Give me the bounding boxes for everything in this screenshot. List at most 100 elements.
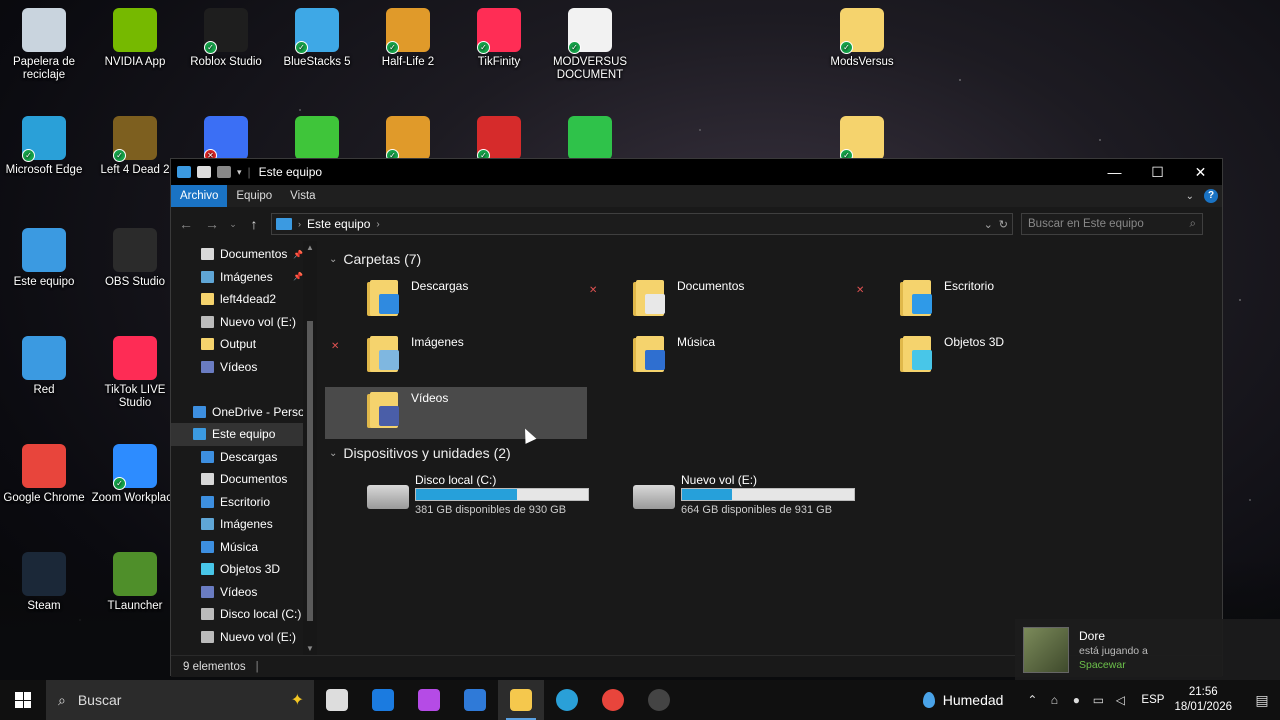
taskbar-app-obs[interactable] (636, 680, 682, 720)
folder-item[interactable]: ✕ Documentos (589, 275, 853, 327)
weather-widget[interactable]: Humedad (922, 692, 1003, 708)
taskbar-app-file-explorer[interactable] (498, 680, 544, 720)
drive-item[interactable]: Disco local (C:) 381 GB disponibles de 93… (367, 473, 617, 523)
sidebar-item[interactable]: Nuevo vol (E:) (171, 626, 317, 649)
volume-icon[interactable]: ◁ (1109, 693, 1131, 707)
desktop-icon[interactable] (546, 116, 634, 164)
drive-item[interactable]: Nuevo vol (E:) 664 GB disponibles de 931 … (633, 473, 883, 523)
sidebar-item[interactable]: Vídeos (171, 581, 317, 604)
desktop-icon[interactable]: ✓ MODVERSUS DOCUMENT (546, 8, 634, 82)
sidebar-item[interactable]: Imágenes 📌 (171, 266, 317, 289)
scroll-up-icon[interactable]: ▲ (306, 243, 314, 252)
taskbar-search[interactable]: ⌕ Buscar ✦ (46, 680, 314, 720)
sidebar-item[interactable]: Vídeos (171, 356, 317, 379)
language-indicator[interactable]: ESP (1141, 694, 1164, 706)
sidebar-item[interactable]: Output (171, 333, 317, 356)
title-bar[interactable]: ▾ | Este equipo — ☐ ✕ (171, 159, 1222, 185)
tab-equipo[interactable]: Equipo (227, 185, 281, 207)
sidebar-scrollbar[interactable]: ▲ ▼ (303, 241, 317, 655)
new-folder-icon[interactable] (217, 166, 231, 178)
minimize-button[interactable]: — (1093, 159, 1136, 185)
desktop-icon[interactable]: ✓ (455, 116, 543, 164)
sidebar-item[interactable]: Objetos 3D (171, 558, 317, 581)
desktop-icon[interactable]: ✓ (364, 116, 452, 164)
folder-item[interactable]: Música (591, 331, 853, 383)
show-hidden-icons-icon[interactable]: ⌃ (1021, 693, 1043, 707)
collapse-chevron-icon[interactable]: ⌄ (329, 448, 337, 459)
sidebar-item[interactable]: Documentos 📌 (171, 243, 317, 266)
properties-icon[interactable] (197, 166, 211, 178)
refresh-icon[interactable]: ↻ (999, 218, 1008, 231)
sidebar-item[interactable]: Descargas (171, 446, 317, 469)
sidebar-item[interactable]: Música (171, 536, 317, 559)
sidebar-item[interactable] (171, 378, 317, 401)
address-dropdown-icon[interactable]: ⌄ (984, 218, 993, 231)
desktop-icon[interactable]: ✓ Microsoft Edge (0, 116, 88, 177)
sidebar-item[interactable]: left4dead2 (171, 288, 317, 311)
taskbar-app-store[interactable] (452, 680, 498, 720)
folder-item[interactable]: Descargas (325, 275, 587, 327)
desktop-icon[interactable]: ✕ (182, 116, 270, 164)
breadcrumb-chevron-icon[interactable]: › (298, 219, 301, 229)
scrollbar-thumb[interactable] (307, 321, 313, 621)
breadcrumb-chevron-icon[interactable]: › (376, 219, 379, 230)
sidebar-item[interactable]: Disco local (C:) (171, 603, 317, 626)
desktop-icon[interactable]: Google Chrome (0, 444, 88, 505)
folder-item[interactable]: ✕ Escritorio (856, 275, 1120, 327)
close-button[interactable]: ✕ (1179, 159, 1222, 185)
folder-item[interactable]: ✕ Imágenes (325, 331, 587, 383)
folders-group-header[interactable]: ⌄ Carpetas (7) (329, 251, 421, 267)
desktop-icon[interactable]: Steam (0, 552, 88, 613)
taskbar-app-task-view[interactable] (314, 680, 360, 720)
microphone-icon[interactable]: ● (1065, 693, 1087, 707)
desktop-icon[interactable]: Este equipo (0, 228, 88, 289)
search-input[interactable]: Buscar en Este equipo ⌕ (1021, 213, 1203, 235)
desktop-icon[interactable]: ✓ Zoom Workplace (91, 444, 179, 505)
tab-archivo[interactable]: Archivo (171, 185, 228, 207)
sidebar-item[interactable]: OneDrive - Persor (171, 401, 317, 424)
folder-item[interactable]: Objetos 3D (858, 331, 1120, 383)
taskbar-app-outlook[interactable] (360, 680, 406, 720)
desktop-icon[interactable] (273, 116, 361, 164)
up-icon[interactable]: ↑ (245, 216, 263, 232)
desktop-icon[interactable]: NVIDIA App (91, 8, 179, 69)
recent-locations-icon[interactable]: ⌄ (229, 219, 237, 230)
tab-vista[interactable]: Vista (281, 185, 324, 207)
sidebar-item[interactable]: Este equipo (171, 423, 317, 446)
breadcrumb-este-equipo[interactable]: Este equipo (307, 217, 370, 231)
desktop-icon[interactable]: ✓ Roblox Studio (182, 8, 270, 69)
desktop-icon[interactable]: ✓ TikFinity (455, 8, 543, 69)
taskbar-app-chrome[interactable] (590, 680, 636, 720)
customize-toolbar-icon[interactable]: ▾ (237, 167, 242, 178)
forward-icon[interactable]: → (203, 216, 221, 232)
scroll-down-icon[interactable]: ▼ (306, 644, 314, 653)
desktop-icon[interactable]: TLauncher (91, 552, 179, 613)
desktop-icon[interactable]: OBS Studio (91, 228, 179, 289)
desktop-icon[interactable]: ✓ Half-Life 2 (364, 8, 452, 69)
sidebar-item[interactable]: Escritorio (171, 491, 317, 514)
desktop-icon[interactable]: Papelera de reciclaje (0, 8, 88, 82)
usb-icon[interactable]: ⌂ (1043, 693, 1065, 707)
start-button[interactable] (0, 680, 46, 720)
taskbar-app-edge[interactable] (544, 680, 590, 720)
desktop-icon[interactable]: TikTok LIVE Studio (91, 336, 179, 410)
help-icon[interactable]: ? (1204, 189, 1218, 203)
collapse-chevron-icon[interactable]: ⌄ (329, 254, 337, 265)
notifications-icon[interactable]: ▤ (1244, 692, 1280, 709)
devices-group-header[interactable]: ⌄ Dispositivos y unidades (2) (329, 445, 511, 461)
desktop-icon[interactable]: ✓ (818, 116, 906, 164)
sidebar-item[interactable]: Nuevo vol (E:) (171, 311, 317, 334)
sidebar-item[interactable]: Documentos (171, 468, 317, 491)
desktop-icon[interactable]: Red (0, 336, 88, 397)
desktop-icon[interactable]: ✓ BlueStacks 5 (273, 8, 361, 69)
desktop-icon[interactable]: ✓ ModsVersus (818, 8, 906, 69)
maximize-button[interactable]: ☐ (1136, 159, 1179, 185)
taskbar-app-copilot[interactable] (406, 680, 452, 720)
expand-ribbon-icon[interactable]: ⌄ (1186, 191, 1194, 202)
sidebar-item[interactable]: Imágenes (171, 513, 317, 536)
desktop-icon[interactable]: ✓ Left 4 Dead 2 (91, 116, 179, 177)
network-icon[interactable]: ▭ (1087, 693, 1109, 707)
address-bar[interactable]: › Este equipo › ⌄ ↻ (271, 213, 1013, 235)
folder-item[interactable]: Vídeos (325, 387, 587, 439)
back-icon[interactable]: ← (177, 216, 195, 232)
